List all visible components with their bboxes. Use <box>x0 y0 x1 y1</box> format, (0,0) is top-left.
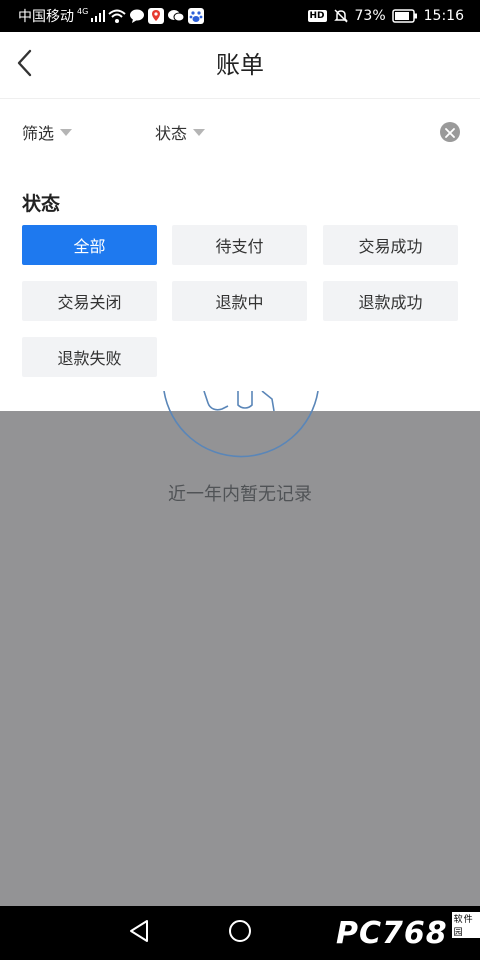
status-bar: 中国移动 4G HD 73% 15:16 <box>0 0 480 32</box>
status-panel: 状态 全部 待支付 交易成功 交易关闭 退款中 退款成功 退款失败 <box>0 165 480 411</box>
mute-bell-icon <box>333 8 349 24</box>
filter-bar: 筛选 状态 <box>0 98 480 166</box>
map-app-icon <box>148 8 165 24</box>
baidu-app-icon <box>188 8 205 24</box>
carrier-name: 中国移动 <box>18 9 74 25</box>
clock-time: 15:16 <box>423 8 464 24</box>
network-type: 4G <box>77 6 89 16</box>
circle-home-icon <box>228 919 252 947</box>
status-option-refund-success[interactable]: 退款成功 <box>323 281 458 321</box>
signal-icon <box>91 10 106 22</box>
status-option-trade-success[interactable]: 交易成功 <box>323 225 458 265</box>
status-dropdown[interactable]: 状态 <box>155 99 206 165</box>
triangle-back-icon <box>128 919 150 947</box>
back-button[interactable] <box>6 47 42 83</box>
status-option-pending-payment[interactable]: 待支付 <box>172 225 307 265</box>
chevron-left-icon <box>16 49 32 81</box>
pc768-watermark-logo: PC768 软件园 <box>336 912 480 952</box>
watermark-text: PC768 <box>336 915 448 951</box>
status-option-trade-closed[interactable]: 交易关闭 <box>22 281 157 321</box>
filter-label: 筛选 <box>22 124 55 143</box>
status-bar-left: 中国移动 4G <box>18 0 205 32</box>
clear-filter-button[interactable] <box>440 122 460 142</box>
battery-percent: 73% <box>354 8 386 24</box>
status-dropdown-label: 状态 <box>155 124 188 143</box>
hd-badge: HD <box>307 10 327 22</box>
status-option-refunding[interactable]: 退款中 <box>172 281 307 321</box>
message-icon <box>129 9 145 23</box>
app-header: 账单 <box>0 32 480 98</box>
status-section-title: 状态 <box>22 193 61 215</box>
empty-records-illustration-icon <box>162 390 322 463</box>
status-option-refund-failed[interactable]: 退款失败 <box>22 337 157 377</box>
page-title: 账单 <box>216 51 264 79</box>
wifi-icon <box>108 9 126 23</box>
battery-icon <box>391 9 418 23</box>
empty-state: 近一年内暂无记录 <box>0 390 480 521</box>
caret-down-icon <box>193 128 206 136</box>
status-option-all[interactable]: 全部 <box>22 225 157 265</box>
nav-back-button[interactable] <box>124 918 154 948</box>
status-bar-right: HD 73% 15:16 <box>307 0 464 32</box>
filter-dropdown[interactable]: 筛选 <box>22 99 73 165</box>
wechat-icon <box>167 9 185 23</box>
close-icon <box>445 123 455 142</box>
caret-down-icon <box>60 128 73 136</box>
empty-state-message: 近一年内暂无记录 <box>168 484 312 505</box>
nav-home-button[interactable] <box>225 918 255 948</box>
watermark-sub: 软件园 <box>451 912 480 938</box>
